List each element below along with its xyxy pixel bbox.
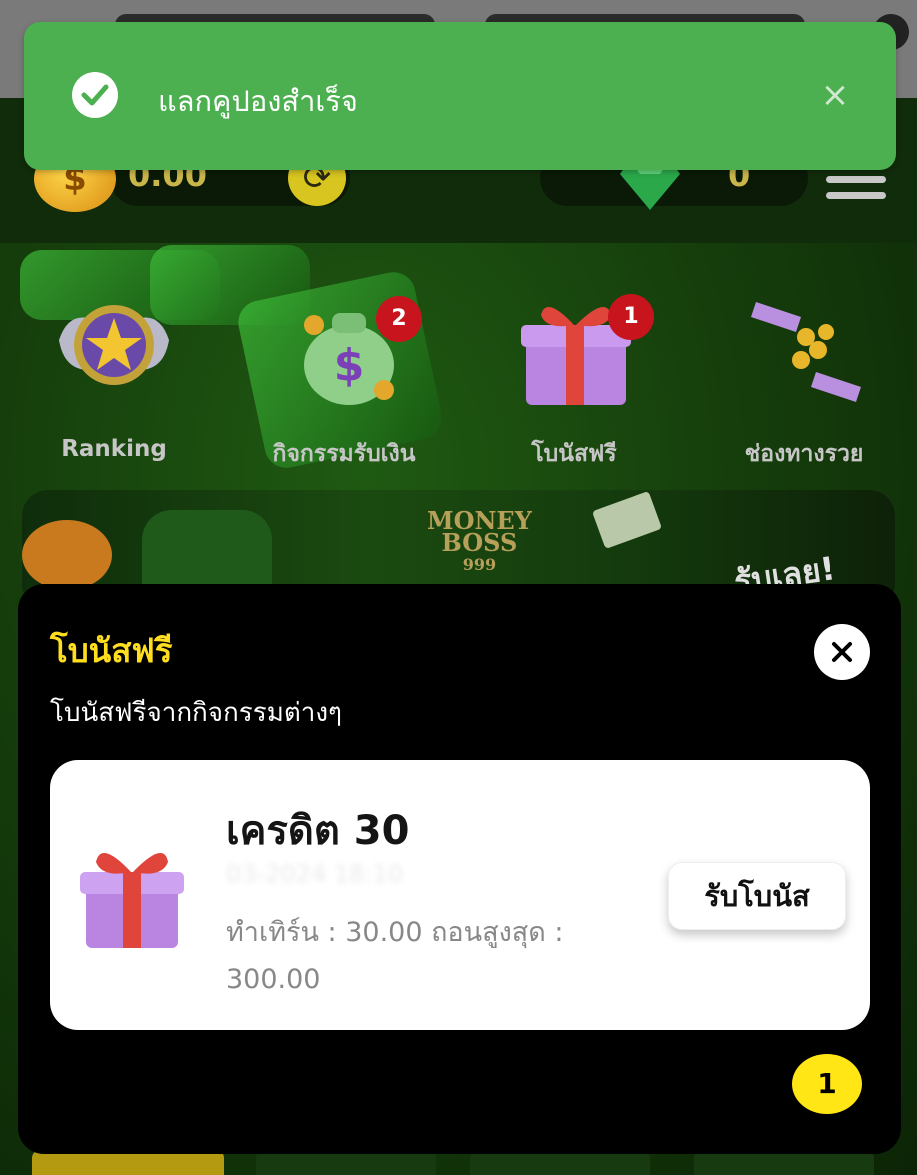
money-boss-logo: MONEY BOSS 999 bbox=[427, 506, 532, 575]
coin-decoration bbox=[22, 520, 112, 590]
close-icon bbox=[832, 642, 852, 662]
success-toast: แลกคูปองสำเร็จ × bbox=[24, 22, 896, 170]
shortcut-label: กิจกรรมรับเงิน bbox=[272, 441, 416, 467]
claim-bonus-button[interactable]: รับโบนัส bbox=[668, 862, 846, 930]
shortcut-label: โบนัสฟรี bbox=[531, 441, 617, 467]
sheet-title: โบนัสฟรี bbox=[50, 631, 173, 670]
check-circle-icon bbox=[72, 72, 118, 118]
notification-badge: 1 bbox=[608, 294, 654, 340]
bonus-date: 03-2024 18:10 bbox=[226, 860, 404, 888]
shortcut-free-bonus[interactable]: 1 โบนัสฟรี bbox=[464, 270, 684, 470]
shortcut-ranking[interactable]: Ranking bbox=[4, 270, 224, 470]
notification-badge: 2 bbox=[376, 296, 422, 342]
free-bonus-sheet: โบนัสฟรี โบนัสฟรีจากกิจกรรมต่างๆ เครดิต … bbox=[18, 584, 901, 1154]
bonus-title: เครดิต 30 bbox=[226, 808, 410, 854]
bonus-card: เครดิต 30 03-2024 18:10 ทำเทิร์น : 30.00… bbox=[50, 760, 870, 1030]
ranking-medal-icon bbox=[59, 305, 169, 385]
toast-message: แลกคูปองสำเร็จ bbox=[158, 84, 358, 118]
shortcut-label: ช่องทางรวย bbox=[744, 441, 864, 467]
hands-coins-icon bbox=[751, 302, 861, 402]
svg-text:$: $ bbox=[334, 340, 365, 391]
shortcut-label: Ranking bbox=[61, 436, 167, 462]
banknote-decoration bbox=[591, 490, 663, 550]
bonus-max-withdraw: 300.00 bbox=[226, 964, 321, 995]
shortcut-activity-money[interactable]: $ 2 กิจกรรมรับเงิน bbox=[234, 270, 454, 470]
toast-close-icon[interactable]: × bbox=[818, 78, 852, 112]
page-indicator[interactable]: 1 bbox=[792, 1054, 862, 1114]
bonus-turnover: ทำเทิร์น : 30.00 ถอนสูงสุด : bbox=[226, 917, 564, 948]
close-button[interactable] bbox=[814, 624, 870, 680]
shortcut-rich-channel[interactable]: ช่องทางรวย bbox=[694, 270, 914, 470]
gift-icon bbox=[80, 853, 184, 948]
sheet-subtitle: โบนัสฟรีจากกิจกรรมต่างๆ bbox=[50, 698, 342, 728]
